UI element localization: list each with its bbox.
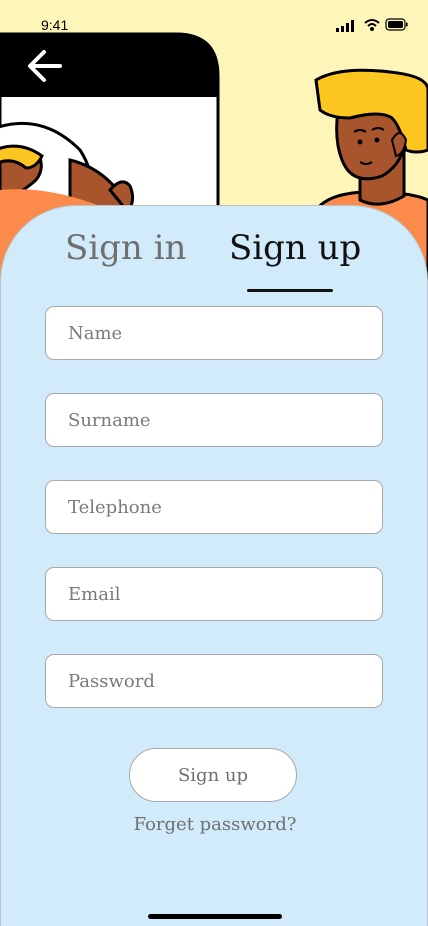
home-indicator	[148, 914, 282, 919]
auth-tabs: Sign in Sign up	[1, 224, 428, 292]
sign-up-button[interactable]: Sign up	[129, 748, 297, 802]
tab-sign-in[interactable]: Sign in	[65, 224, 186, 272]
name-field[interactable]	[45, 306, 383, 360]
back-button[interactable]	[24, 44, 68, 88]
tab-sign-up[interactable]: Sign up	[229, 224, 361, 272]
telephone-field[interactable]	[45, 480, 383, 534]
active-tab-indicator	[247, 289, 333, 292]
forgot-password-link[interactable]: Forget password?	[1, 814, 428, 835]
email-field[interactable]	[45, 567, 383, 621]
password-field[interactable]	[45, 654, 383, 708]
arrow-left-icon	[28, 50, 62, 82]
auth-sheet: Sign in Sign up Sign up Forget password?	[0, 205, 428, 926]
surname-field[interactable]	[45, 393, 383, 447]
